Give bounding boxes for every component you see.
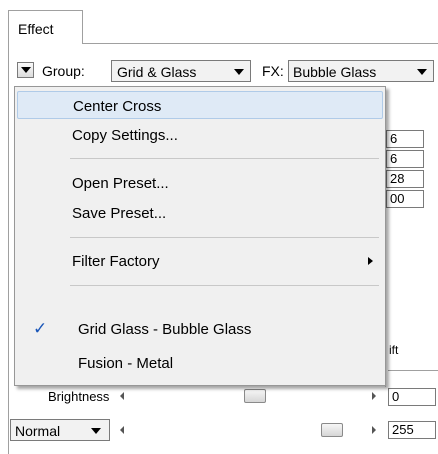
blend-mode-select[interactable]: Normal [10, 419, 110, 441]
param-field-2[interactable]: 6 [386, 150, 424, 168]
tab-effect[interactable]: Effect [8, 10, 83, 44]
chevron-down-icon [91, 428, 101, 434]
menu-item-label: Save Preset... [72, 205, 167, 222]
chevron-down-icon [417, 69, 427, 75]
param-field-3[interactable]: 28 [386, 170, 424, 188]
opacity-value-field[interactable]: 255 [388, 421, 436, 439]
param-field-4[interactable]: 00 [386, 190, 424, 208]
menu-item-label: Copy Settings... [72, 127, 178, 144]
slider-thumb[interactable] [244, 389, 266, 403]
menu-item-label: Center Cross [73, 98, 162, 115]
menu-item-label: Grid Glass - Bubble Glass [78, 321, 252, 338]
menu-toggle-button[interactable] [17, 62, 34, 78]
menu-separator [70, 285, 379, 286]
group-select[interactable]: Grid & Glass [111, 60, 251, 82]
menu-separator [70, 237, 379, 238]
scroll-left-icon[interactable] [120, 426, 124, 434]
scroll-right-icon[interactable] [372, 392, 376, 400]
menu-item-center-cross[interactable]: Center Cross [17, 91, 383, 119]
menu-item-label: Fusion - Metal [78, 355, 174, 372]
menu-item-fusion-metal[interactable]: Fusion - Metal [17, 349, 383, 377]
chevron-down-icon [234, 69, 244, 75]
group-label: Group: [42, 63, 85, 79]
tab-divider [83, 43, 438, 44]
menu-item-open-preset[interactable]: Open Preset... [17, 169, 383, 197]
chevron-right-icon [368, 257, 373, 265]
slider-thumb[interactable] [321, 423, 343, 437]
opacity-slider[interactable] [116, 422, 380, 438]
param-field-1[interactable]: 6 [386, 130, 424, 148]
tab-effect-label: Effect [18, 21, 54, 37]
scroll-left-icon[interactable] [120, 392, 124, 400]
menu-item-label: Open Preset... [72, 175, 169, 192]
brightness-value-field[interactable]: 0 [388, 388, 436, 406]
shift-label: ift [389, 343, 399, 357]
chevron-down-icon [21, 67, 31, 73]
brightness-slider[interactable] [116, 388, 380, 404]
shift-divider [388, 370, 438, 371]
group-select-value: Grid & Glass [117, 64, 197, 80]
scroll-right-icon[interactable] [372, 426, 376, 434]
blend-mode-value: Normal [15, 423, 61, 439]
brightness-label: Brightness [48, 389, 110, 404]
menu-separator [70, 158, 379, 159]
menu-item-filter-factory[interactable]: Filter Factory [17, 247, 383, 275]
menu-item-label: Filter Factory [72, 253, 160, 270]
menu-item-copy-settings[interactable]: Copy Settings... [17, 121, 383, 149]
fx-select-value: Bubble Glass [293, 64, 377, 80]
menu-item-grid-glass-bubble-glass[interactable]: ✓ Grid Glass - Bubble Glass [17, 315, 383, 343]
menu-item-save-preset[interactable]: Save Preset... [17, 199, 383, 227]
check-icon: ✓ [33, 319, 48, 338]
preset-context-menu: Center Cross Copy Settings... Open Prese… [14, 86, 386, 386]
fx-label: FX: [262, 63, 284, 79]
fx-select[interactable]: Bubble Glass [288, 60, 434, 82]
